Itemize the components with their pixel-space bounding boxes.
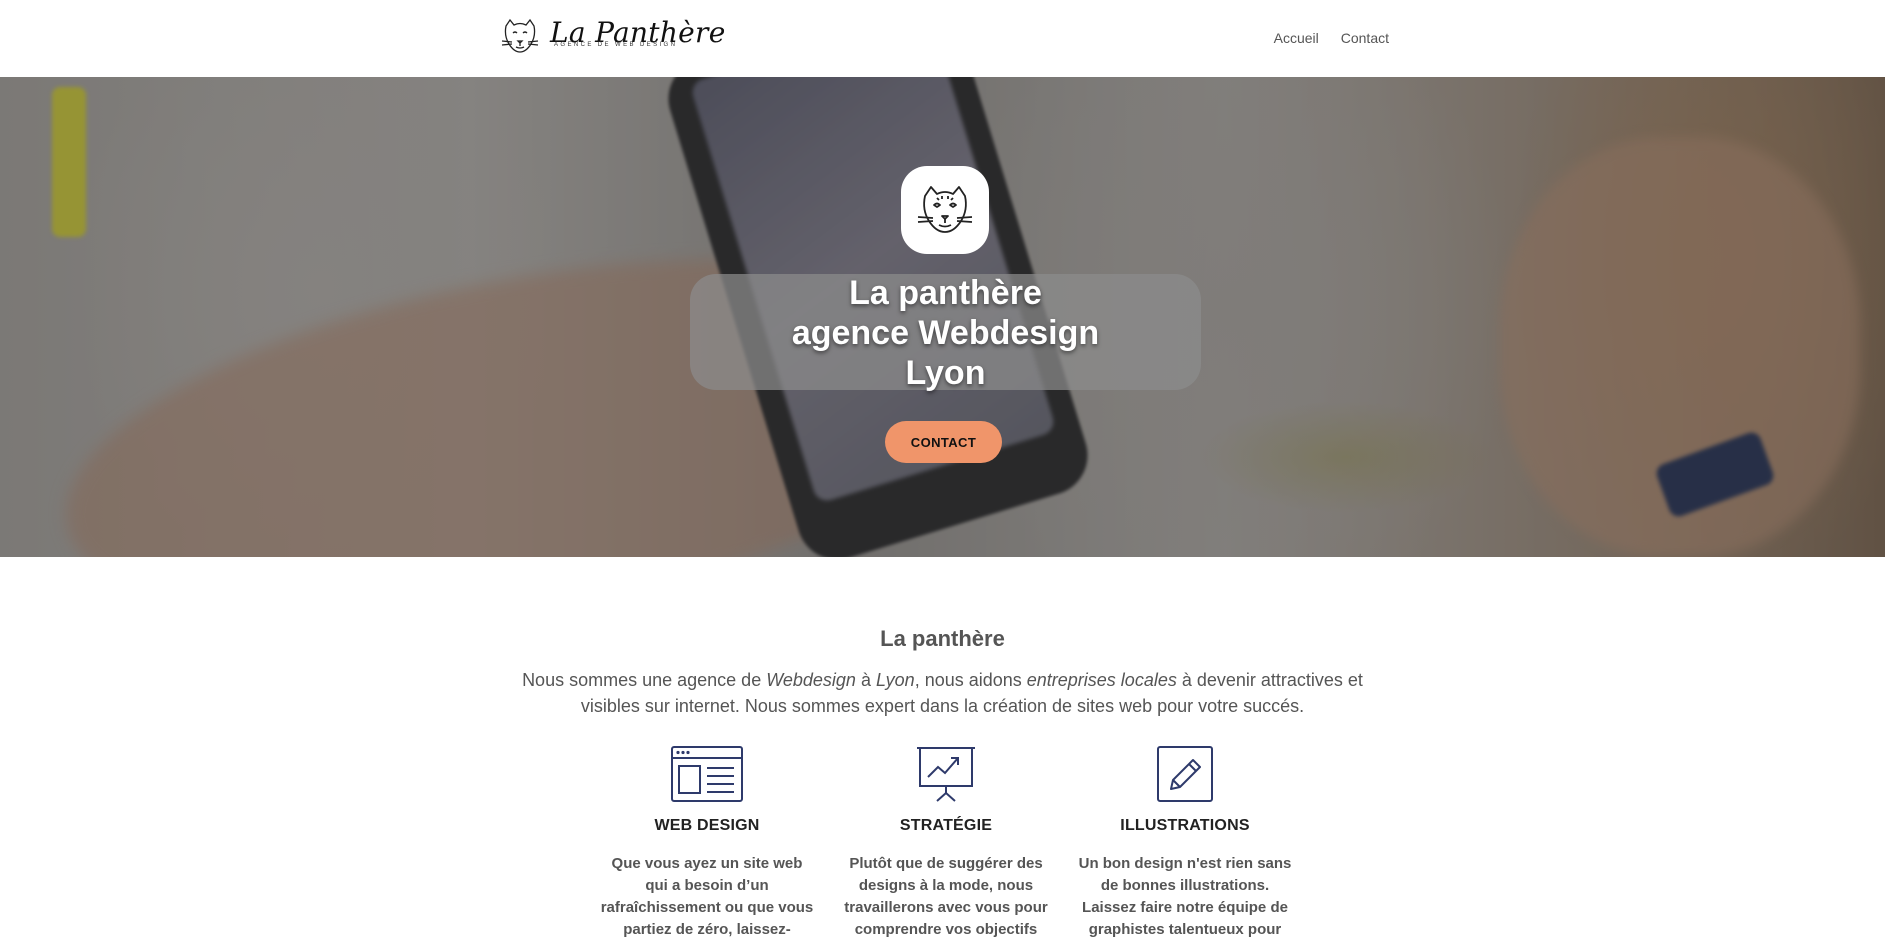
panther-head-icon — [917, 186, 973, 233]
service-text: Plutôt que de suggérer des designs à la … — [844, 855, 1048, 938]
pencil-edit-icon — [1157, 746, 1213, 802]
hero-title-line: agence Webdesign — [791, 314, 1100, 352]
hero-title-line: Lyon — [905, 354, 986, 392]
about-text-part: à — [855, 670, 876, 690]
about-title: La panthère — [880, 626, 1005, 651]
panther-logo-icon — [501, 18, 539, 53]
site-logo[interactable]: La Panthère Agence de web design — [498, 14, 725, 58]
hero-banner: La panthère agence Webdesign Lyon CONTAC… — [0, 77, 1885, 557]
presentation-chart-icon — [917, 747, 975, 802]
nav-link-accueil[interactable]: Accueil — [1274, 30, 1319, 46]
service-title: STRATÉGIE — [899, 817, 993, 834]
logo-subtitle: Agence de web design — [554, 42, 678, 48]
hero-logo-badge — [901, 166, 989, 254]
service-title: WEB DESIGN — [654, 817, 760, 834]
contact-button[interactable]: CONTACT — [885, 421, 1002, 463]
service-strategie: STRATÉGIE Plutôt que de suggérer des des… — [836, 745, 1056, 941]
site-header: La Panthère Agence de web design Accueil… — [0, 0, 1885, 77]
about-text-emphasis: Webdesign — [766, 670, 856, 690]
about-text-part: Nous sommes une agence de — [522, 670, 767, 690]
main-nav: Accueil Contact — [1274, 30, 1389, 46]
browser-layout-icon — [671, 746, 743, 802]
about-text-part: , nous aidons — [914, 670, 1027, 690]
about-text: Nous sommes une agence de Webdesign à Ly… — [520, 667, 1365, 719]
nav-link-contact[interactable]: Contact — [1341, 30, 1389, 46]
about-text-emphasis: entreprises locales — [1026, 670, 1177, 690]
service-illustrations: ILLUSTRATIONS Un bon design n'est rien s… — [1075, 745, 1295, 941]
about-text-emphasis: Lyon — [875, 670, 915, 690]
service-title: ILLUSTRATIONS — [1120, 817, 1250, 834]
hero-title: La panthère agence Webdesign Lyon — [690, 273, 1201, 393]
service-web-design: WEB DESIGN Que vous ayez un site web qui… — [597, 745, 817, 941]
service-text: Un bon design n'est rien sans de bonnes … — [1078, 855, 1292, 938]
hero-title-line: La panthère — [849, 274, 1042, 312]
logo-text: La Panthère Agence de web design — [550, 14, 725, 58]
service-text: Que vous ayez un site web qui a besoin d… — [600, 855, 814, 938]
